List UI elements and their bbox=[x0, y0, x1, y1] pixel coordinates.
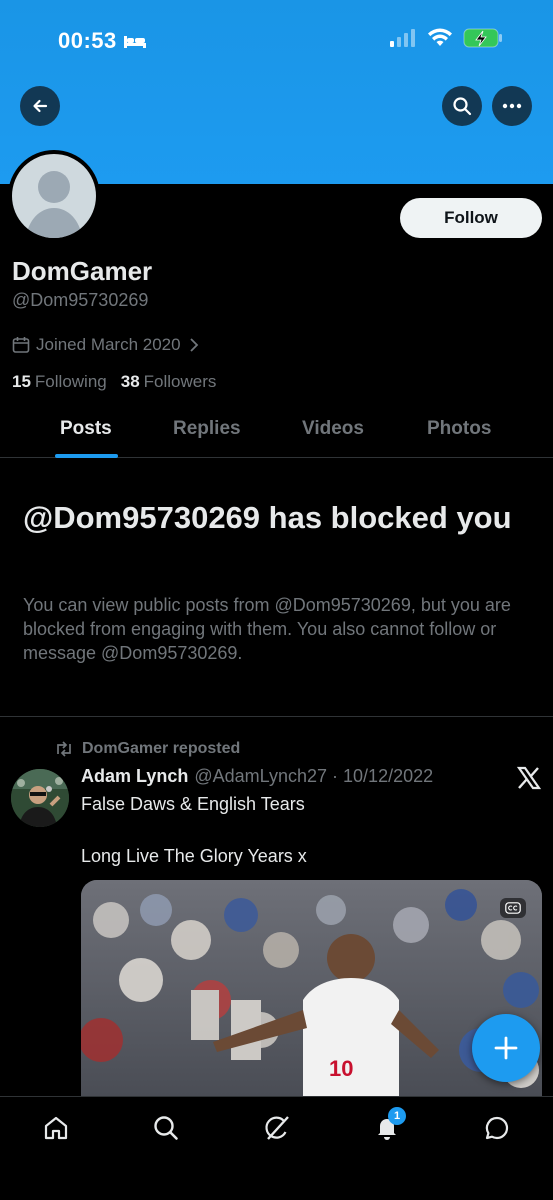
home-icon bbox=[44, 1116, 68, 1140]
followers-link[interactable]: 38 Followers bbox=[121, 372, 217, 392]
divider bbox=[0, 716, 553, 717]
nav-grok[interactable] bbox=[262, 1113, 292, 1143]
tab-photos[interactable]: Photos bbox=[427, 418, 491, 440]
followers-count: 38 bbox=[120, 372, 140, 391]
plus-icon bbox=[494, 1036, 518, 1060]
joined-text: Joined March 2020 bbox=[36, 335, 181, 354]
post-author-avatar[interactable] bbox=[11, 769, 69, 827]
search-nav-icon bbox=[154, 1116, 178, 1140]
calendar-icon bbox=[12, 337, 30, 353]
post-video[interactable]: 10 bbox=[81, 880, 542, 1096]
follow-counts: 15 Following 38 Followers bbox=[12, 372, 216, 392]
back-button[interactable] bbox=[20, 86, 60, 126]
sleep-icon bbox=[123, 36, 146, 48]
more-icon bbox=[502, 103, 522, 109]
more-button[interactable] bbox=[492, 86, 532, 126]
status-time-text: 00:53 bbox=[58, 28, 117, 53]
profile-tabs: Posts Replies Videos Photos bbox=[0, 404, 553, 458]
nav-home[interactable] bbox=[41, 1113, 71, 1143]
compose-post-button[interactable] bbox=[472, 1014, 540, 1082]
tab-replies[interactable]: Replies bbox=[173, 418, 241, 440]
tab-posts[interactable]: Posts bbox=[60, 418, 112, 440]
post-text-line-1: False Daws & English Tears bbox=[81, 794, 305, 814]
captions-button[interactable] bbox=[500, 898, 526, 918]
nav-messages[interactable] bbox=[482, 1113, 512, 1143]
followers-label: Followers bbox=[143, 372, 217, 391]
post-header: Adam Lynch @AdamLynch27 · 10/12/2022 bbox=[81, 766, 433, 787]
status-time: 00:53 bbox=[58, 28, 147, 54]
default-avatar-icon bbox=[12, 154, 96, 238]
blocked-title: @Dom95730269 has blocked you bbox=[23, 500, 512, 535]
chat-icon bbox=[485, 1116, 509, 1140]
search-icon bbox=[453, 97, 472, 116]
tab-videos[interactable]: Videos bbox=[302, 418, 364, 440]
blocked-body: You can view public posts from @Dom95730… bbox=[23, 595, 511, 663]
following-link[interactable]: 15 Following bbox=[12, 372, 107, 392]
profile-display-name: DomGamer bbox=[12, 256, 153, 286]
follow-button[interactable]: Follow bbox=[400, 198, 542, 238]
x-logo-icon[interactable] bbox=[516, 765, 542, 791]
active-tab-indicator bbox=[55, 454, 118, 458]
profile-handle: @Dom95730269 bbox=[12, 290, 149, 310]
wifi-icon bbox=[428, 28, 452, 46]
post-meta: @AdamLynch27 · 10/12/2022 bbox=[194, 766, 434, 786]
jersey-number: 10 bbox=[329, 1056, 353, 1081]
profile-avatar[interactable] bbox=[8, 150, 100, 242]
following-label: Following bbox=[34, 372, 107, 391]
notifications-badge: 1 bbox=[388, 1107, 406, 1125]
cc-icon bbox=[505, 902, 521, 914]
post-text-line-2: Long Live The Glory Years x bbox=[81, 846, 307, 866]
back-arrow-icon bbox=[33, 99, 48, 113]
bottom-navigation: 1 bbox=[0, 1096, 553, 1200]
nav-notifications[interactable]: 1 bbox=[372, 1107, 406, 1143]
repost-icon bbox=[57, 741, 71, 757]
post-author-name[interactable]: Adam Lynch bbox=[81, 766, 188, 787]
battery-charging-icon bbox=[463, 28, 502, 48]
chevron-right-icon bbox=[189, 338, 198, 352]
joined-date[interactable]: Joined March 2020 bbox=[12, 335, 201, 355]
nav-search[interactable] bbox=[151, 1113, 181, 1143]
signal-icon bbox=[390, 29, 415, 47]
search-button[interactable] bbox=[442, 86, 482, 126]
status-icons bbox=[389, 28, 503, 48]
repost-indicator: DomGamer reposted bbox=[54, 740, 240, 758]
following-count: 15 bbox=[12, 372, 31, 391]
grok-icon bbox=[265, 1116, 289, 1140]
repost-label: DomGamer reposted bbox=[82, 740, 241, 757]
